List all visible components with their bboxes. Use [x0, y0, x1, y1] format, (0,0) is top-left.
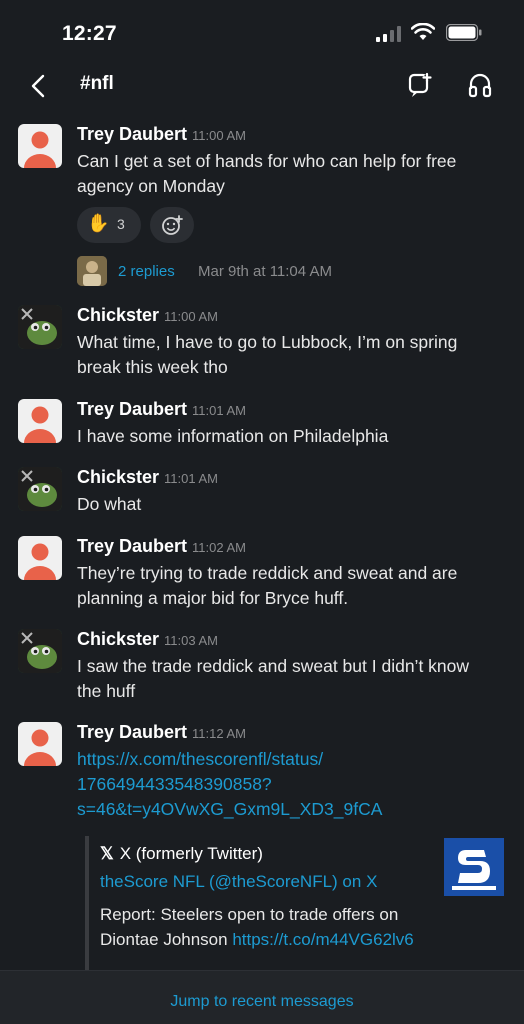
sender-name[interactable]: Trey Daubert — [77, 536, 187, 556]
message-text: I have some information on Philadelphia — [77, 426, 389, 446]
sender-name[interactable]: Chickster — [77, 467, 159, 487]
message-header: Trey Daubert 11:02 AM — [77, 536, 246, 557]
default-avatar-icon — [24, 729, 56, 766]
thread-reply-count[interactable]: 2 replies — [118, 263, 175, 280]
cellular-signal-icon — [376, 26, 401, 42]
avatar[interactable] — [18, 722, 62, 766]
raised-hand-icon: ✋ — [87, 213, 110, 233]
jump-to-recent-button[interactable]: Jump to recent messages — [0, 993, 524, 1011]
avatar[interactable] — [18, 629, 62, 673]
wifi-icon — [411, 23, 435, 40]
x-logo-icon: 𝕏 — [100, 844, 114, 863]
add-reaction-button[interactable] — [150, 207, 194, 243]
avatar[interactable] — [18, 536, 62, 580]
default-avatar-icon — [24, 406, 56, 443]
message-header: Chickster 11:03 AM — [77, 629, 218, 650]
thread-summary[interactable]: 2 replies Mar 9th at 11:04 AM — [77, 256, 477, 286]
link-line[interactable]: 1766494433548390858? — [77, 774, 272, 794]
sender-name[interactable]: Chickster — [77, 629, 159, 649]
thread-reply-avatar — [77, 256, 107, 286]
reaction-pill[interactable]: ✋ 3 — [77, 207, 141, 243]
status-time: 12:27 — [62, 22, 117, 45]
message-timestamp: 11:00 AM — [192, 128, 247, 143]
message-text: Do what — [77, 494, 142, 514]
message-link[interactable]: https://x.com/thescorenfl/status/ 176649… — [77, 747, 497, 822]
sender-name[interactable]: Chickster — [77, 305, 159, 325]
frog-avatar-icon — [18, 629, 62, 673]
huddle-icon[interactable] — [406, 70, 434, 100]
unfurl-source: 𝕏 X (formerly Twitter) — [100, 844, 263, 864]
message-header: Trey Daubert 11:12 AM — [77, 722, 246, 743]
unfurl-body-link[interactable]: https://t.co/m44VG62lv6 — [232, 930, 413, 949]
reaction-count: 3 — [117, 216, 125, 232]
message-timestamp: 11:12 AM — [192, 726, 247, 741]
avatar[interactable] — [18, 467, 62, 511]
default-avatar-icon — [24, 543, 56, 580]
unfurl-source-label: X (formerly Twitter) — [119, 844, 263, 863]
link-line[interactable]: s=46&t=y4OVwXG_Gxm9L_XD3_9fCA — [77, 799, 382, 819]
message-timestamp: 11:03 AM — [164, 633, 219, 648]
thescore-logo-icon — [444, 838, 504, 896]
message-text: Can I get a set of hands for who can hel… — [77, 151, 457, 196]
channel-header: #nfl — [0, 64, 524, 108]
sender-name[interactable]: Trey Daubert — [77, 399, 187, 419]
message-timestamp: 11:01 AM — [192, 403, 247, 418]
channel-title[interactable]: #nfl — [80, 73, 114, 95]
frog-avatar-icon — [18, 305, 62, 349]
message-text: What time, I have to go to Lubbock, I’m … — [77, 332, 458, 377]
unfurl-body: Report: Steelers open to trade offers on… — [100, 902, 440, 952]
message-header: Trey Daubert 11:01 AM — [77, 399, 246, 420]
message-timestamp: 11:00 AM — [164, 309, 219, 324]
message-text: They’re trying to trade reddick and swea… — [77, 563, 458, 608]
battery-icon — [446, 24, 482, 41]
add-emoji-icon — [162, 215, 183, 235]
avatar[interactable] — [18, 305, 62, 349]
link-line[interactable]: https://x.com/thescorenfl/status/ — [77, 749, 323, 769]
message-timestamp: 11:02 AM — [192, 540, 247, 555]
unfurl-title[interactable]: theScore NFL (@theScoreNFL) on X — [100, 872, 377, 892]
chevron-left-icon[interactable] — [24, 70, 54, 102]
frog-avatar-icon — [18, 467, 62, 511]
message-header: Chickster 11:00 AM — [77, 305, 218, 326]
default-avatar-icon — [24, 131, 56, 168]
headphones-icon[interactable] — [466, 70, 494, 100]
status-bar: 12:27 — [0, 0, 524, 64]
message-header: Chickster 11:01 AM — [77, 467, 218, 488]
thread-last-reply-date: Mar 9th at 11:04 AM — [198, 263, 332, 280]
jump-to-recent-bar: Jump to recent messages — [0, 970, 524, 1024]
sender-name[interactable]: Trey Daubert — [77, 722, 187, 742]
message-text: I saw the trade reddick and sweat but I … — [77, 656, 470, 701]
sender-name[interactable]: Trey Daubert — [77, 124, 187, 144]
avatar[interactable] — [18, 399, 62, 443]
link-preview-card[interactable]: 𝕏 X (formerly Twitter) theScore NFL (@the… — [85, 836, 505, 971]
message-header: Trey Daubert 11:00 AM — [77, 124, 246, 145]
unfurl-thumbnail[interactable] — [444, 838, 504, 896]
avatar[interactable] — [18, 124, 62, 168]
message-timestamp: 11:01 AM — [164, 471, 219, 486]
